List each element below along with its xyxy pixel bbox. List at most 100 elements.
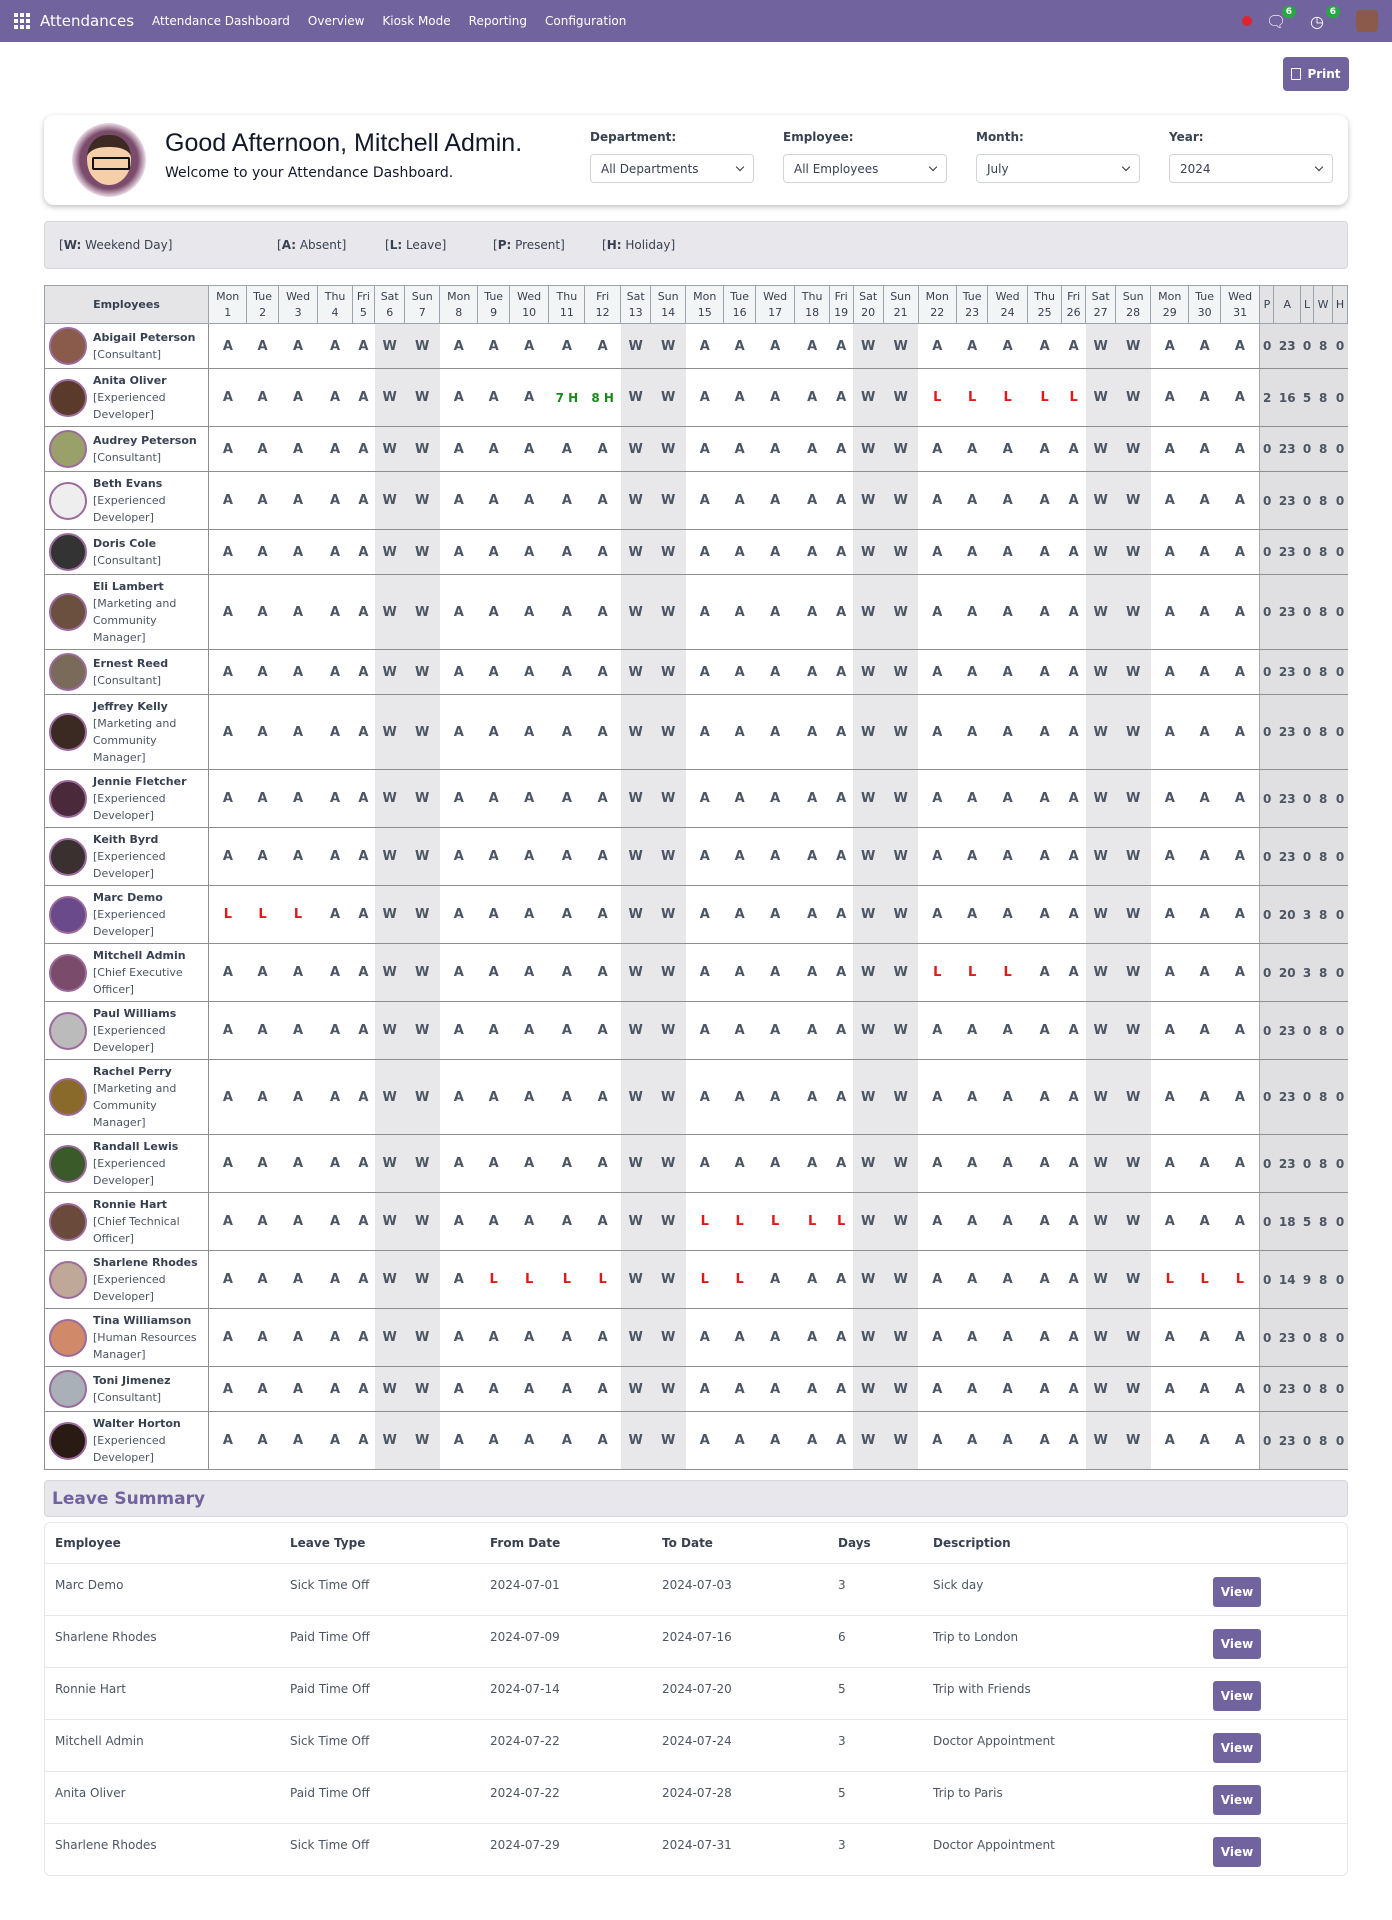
day-status-cell: A bbox=[987, 471, 1028, 530]
day-status-cell: A bbox=[509, 1308, 549, 1367]
leave-cell: 5 bbox=[828, 1667, 923, 1720]
employee-cell[interactable]: Paul Williams [Experienced Developer] bbox=[44, 1001, 209, 1060]
view-leave-button[interactable]: View bbox=[1213, 1680, 1261, 1711]
employee-cell[interactable]: Randall Lewis [Experienced Developer] bbox=[44, 1134, 209, 1193]
employee-select[interactable]: All Employees bbox=[783, 154, 947, 183]
day-status-cell: W bbox=[853, 769, 884, 828]
day-status-cell: W bbox=[404, 323, 440, 369]
total-h: 0 bbox=[1332, 769, 1348, 828]
print-button[interactable]: Print bbox=[1283, 57, 1349, 91]
menu-overview[interactable]: Overview bbox=[308, 14, 365, 28]
day-status-cell: A bbox=[829, 649, 854, 695]
leave-cell: Sick Time Off bbox=[280, 1719, 480, 1772]
menu-kiosk-mode[interactable]: Kiosk Mode bbox=[382, 14, 450, 28]
view-leave-button[interactable]: View bbox=[1213, 1836, 1261, 1867]
menu-attendance-dashboard[interactable]: Attendance Dashboard bbox=[152, 14, 290, 28]
day-status-cell: L bbox=[987, 943, 1028, 1002]
day-status-cell: A bbox=[548, 1134, 585, 1193]
view-leave-button[interactable]: View bbox=[1213, 1628, 1261, 1659]
employee-row: Beth Evans [Experienced Developer] A A A A A W W… bbox=[44, 471, 1348, 530]
day-status-cell: A bbox=[246, 426, 279, 472]
employee-cell[interactable]: Eli Lambert [Marketing and Community Mana… bbox=[44, 574, 209, 650]
day-status-cell: W bbox=[620, 1308, 651, 1367]
day-status-cell: A bbox=[477, 471, 510, 530]
day-status-cell: A bbox=[1061, 1059, 1086, 1135]
day-status-cell: A bbox=[584, 1366, 621, 1412]
department-filter: Department: All Departments bbox=[590, 130, 754, 183]
day-status-cell: W bbox=[853, 827, 884, 886]
day-status-cell: A bbox=[278, 943, 318, 1002]
day-status-cell: A bbox=[1188, 885, 1221, 944]
employee-cell[interactable]: Abigail Peterson [Consultant] bbox=[44, 323, 209, 369]
employee-cell[interactable]: Walter Horton [Experienced Developer] bbox=[44, 1411, 209, 1470]
employee-cell[interactable]: Audrey Peterson [Consultant] bbox=[44, 426, 209, 472]
app-name[interactable]: Attendances bbox=[40, 12, 134, 30]
status-dot-icon[interactable] bbox=[1242, 16, 1252, 26]
day-status-cell: A bbox=[548, 649, 585, 695]
menu-reporting[interactable]: Reporting bbox=[469, 14, 527, 28]
day-status-cell: W bbox=[1115, 574, 1151, 650]
view-leave-button[interactable]: View bbox=[1213, 1732, 1261, 1763]
day-status-cell: A bbox=[278, 1059, 318, 1135]
day-status-cell: A bbox=[584, 426, 621, 472]
employee-row: Marc Demo [Experienced Developer] L L L A A W W A… bbox=[44, 885, 1348, 944]
activity-clock-icon[interactable]: ◷ 6 bbox=[1310, 5, 1340, 31]
day-status-cell: A bbox=[1150, 1366, 1189, 1412]
employee-job: [Experienced Developer] bbox=[93, 908, 166, 938]
employee-cell[interactable]: Rachel Perry [Marketing and Community Man… bbox=[44, 1059, 209, 1135]
employee-cell[interactable]: Keith Byrd [Experienced Developer] bbox=[44, 827, 209, 886]
menu-configuration[interactable]: Configuration bbox=[545, 14, 626, 28]
day-status-cell: A bbox=[1188, 368, 1221, 427]
employee-cell[interactable]: Mitchell Admin [Chief Executive Officer] bbox=[44, 943, 209, 1002]
total-l: 9 bbox=[1300, 1250, 1314, 1309]
leave-row: Anita Oliver Paid Time Off 2024-07-22 2024-… bbox=[45, 1771, 1347, 1824]
employee-name: Marc Demo bbox=[93, 891, 163, 904]
employee-cell[interactable]: Anita Oliver [Experienced Developer] bbox=[44, 368, 209, 427]
day-status-cell: A bbox=[278, 1308, 318, 1367]
user-avatar[interactable] bbox=[1356, 10, 1378, 32]
day-status-cell: 7 H bbox=[548, 368, 585, 427]
day-status-cell: A bbox=[794, 885, 830, 944]
employee-cell[interactable]: Jeffrey Kelly [Marketing and Community Ma… bbox=[44, 694, 209, 770]
day-status-cell: W bbox=[1085, 694, 1116, 770]
day-status-cell: A bbox=[685, 1001, 724, 1060]
day-status-cell: A bbox=[477, 426, 510, 472]
day-status-cell: A bbox=[317, 1411, 353, 1470]
month-label: Month: bbox=[976, 130, 1024, 144]
day-status-cell: A bbox=[918, 769, 957, 828]
total-p: 0 bbox=[1259, 574, 1274, 650]
employee-cell[interactable]: Tina Williamson [Human Resources Manager] bbox=[44, 1308, 209, 1367]
day-status-cell: W bbox=[883, 1366, 919, 1412]
employee-job: [Consultant] bbox=[93, 674, 162, 687]
employee-cell[interactable]: Doris Cole [Consultant] bbox=[44, 529, 209, 575]
day-status-cell: A bbox=[246, 1366, 279, 1412]
day-status-cell: A bbox=[755, 649, 795, 695]
employee-cell[interactable]: Beth Evans [Experienced Developer] bbox=[44, 471, 209, 530]
employee-row: Paul Williams [Experienced Developer] A A A A… bbox=[44, 1001, 1348, 1060]
view-leave-button[interactable]: View bbox=[1213, 1784, 1261, 1815]
leave-col-header: Employee bbox=[45, 1523, 280, 1564]
day-status-cell: A bbox=[246, 1134, 279, 1193]
employee-cell[interactable]: Ronnie Hart [Chief Technical Officer] bbox=[44, 1192, 209, 1251]
day-status-cell: W bbox=[883, 471, 919, 530]
day-status-cell: A bbox=[829, 1308, 854, 1367]
day-status-cell: A bbox=[918, 827, 957, 886]
day-status-cell: A bbox=[1220, 1411, 1260, 1470]
day-status-cell: W bbox=[853, 323, 884, 369]
month-select[interactable]: July bbox=[976, 154, 1140, 183]
employee-cell[interactable]: Toni Jimenez [Consultant] bbox=[44, 1366, 209, 1412]
chat-icon[interactable]: 🗨 6 bbox=[1266, 5, 1296, 31]
employee-cell[interactable]: Sharlene Rhodes [Experienced Developer] bbox=[44, 1250, 209, 1309]
day-status-cell: A bbox=[1061, 1308, 1086, 1367]
department-select[interactable]: All Departments bbox=[590, 154, 754, 183]
employee-cell[interactable]: Jennie Fletcher [Experienced Developer] bbox=[44, 769, 209, 828]
view-leave-button[interactable]: View bbox=[1213, 1576, 1261, 1607]
total-l: 0 bbox=[1300, 1001, 1314, 1060]
day-status-cell: A bbox=[584, 943, 621, 1002]
app-menu-icon[interactable] bbox=[14, 13, 30, 29]
employee-cell[interactable]: Marc Demo [Experienced Developer] bbox=[44, 885, 209, 944]
employee-row: Ernest Reed [Consultant] A A A A A W W A A A A A W W A A A… bbox=[44, 649, 1348, 695]
year-select[interactable]: 2024 bbox=[1169, 154, 1333, 183]
employee-cell[interactable]: Ernest Reed [Consultant] bbox=[44, 649, 209, 695]
employee-row: Audrey Peterson [Consultant] A A A A A W W A A A A A W… bbox=[44, 426, 1348, 472]
